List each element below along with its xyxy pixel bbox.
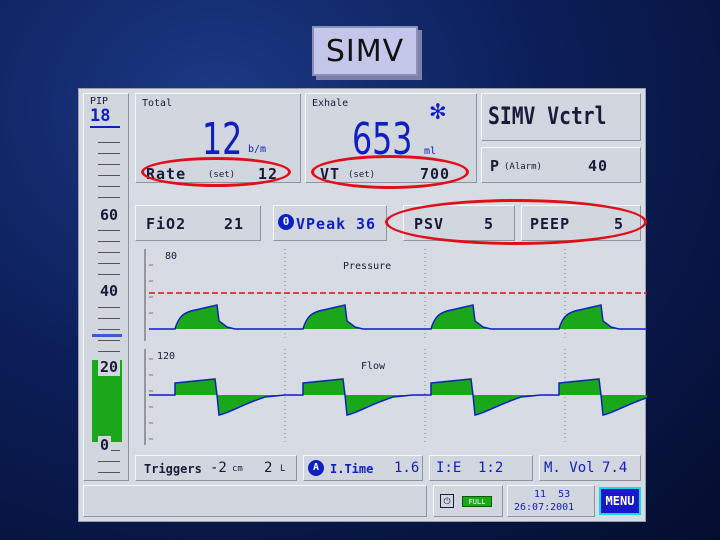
scale-label-40: 40 — [98, 282, 121, 300]
scale-tick — [98, 307, 120, 308]
total-rate-unit: b/m — [248, 144, 267, 155]
fio2-panel: FiO2 21 — [135, 205, 261, 241]
scale-tick — [98, 263, 120, 264]
pip-value-underline — [90, 126, 120, 128]
fio2-label: FiO2 — [146, 215, 187, 233]
menu-button-label: MENU — [605, 494, 635, 508]
vpeak-label: VPeak — [296, 215, 347, 233]
m-vol-label: M. Vol — [544, 460, 595, 476]
triggers-flow-value: 2 — [264, 460, 273, 476]
p-alarm-value: 40 — [588, 157, 609, 175]
fio2-value: 21 — [224, 215, 245, 233]
pressure-waveform-fill — [595, 321, 599, 329]
scale-tick — [98, 461, 120, 462]
scale-tick — [98, 164, 120, 165]
ie-ratio-panel: I:E 1:2 — [429, 455, 533, 481]
pressure-graph-label: Pressure — [343, 261, 391, 272]
triggers-label: Triggers — [144, 462, 202, 476]
scale-tick — [98, 472, 120, 473]
triggers-pressure-value: -2 — [210, 460, 227, 476]
pressure-bar-scale: PIP 18 60 40 20 0 — [83, 93, 129, 481]
ie-value: 1:2 — [478, 460, 504, 476]
highlight-psv-peep — [385, 199, 647, 245]
vpeak-value: 36 — [356, 215, 377, 233]
ie-label: I:E — [436, 460, 462, 476]
ventilator-screen: PIP 18 60 40 20 0 Total 12 b/m Rate (set… — [78, 88, 647, 522]
scale-tick — [98, 197, 120, 198]
page-title: SIMV — [312, 26, 418, 76]
battery-status-label: FULL — [468, 498, 486, 506]
vpeak-panel: 0 VPeak 36 — [273, 205, 387, 241]
power-status-panel: ⏻ FULL — [433, 485, 503, 517]
auto-indicator-icon: A — [308, 460, 324, 476]
plug-icon: ⏻ — [440, 494, 454, 508]
scale-tick — [98, 186, 120, 187]
flow-top-label: 120 — [157, 351, 175, 362]
pressure-alarm-panel: P (Alarm) 40 — [481, 147, 641, 183]
pressure-level-marker — [92, 334, 122, 338]
battery-icon: FULL — [462, 496, 492, 507]
scale-tick — [98, 230, 120, 231]
p-alarm-label: P — [490, 157, 501, 175]
scale-tick — [98, 329, 120, 330]
triggers-panel: Triggers -2 cm 2 L — [135, 455, 297, 481]
highlight-rate — [141, 157, 291, 187]
scale-tick — [98, 274, 120, 275]
waveform-graphs: 80 Pressure 120 Flow — [144, 249, 647, 445]
mode-panel: SIMV Vctrl — [481, 93, 641, 141]
scale-tick — [98, 340, 120, 341]
exhale-volume-unit: ml — [424, 146, 437, 157]
clock-time: 11 53 — [534, 489, 571, 500]
menu-button[interactable]: MENU — [599, 487, 641, 515]
p-alarm-sub-label: (Alarm) — [504, 162, 542, 172]
vpeak-indicator-icon: 0 — [278, 214, 294, 230]
clock-date: 26:07:2001 — [514, 502, 575, 513]
triggers-pressure-unit: cm — [232, 464, 243, 474]
fan-icon: ✻ — [430, 96, 446, 126]
minute-volume-panel: M. Vol 7.4 — [539, 455, 641, 481]
highlight-vt — [311, 155, 469, 189]
scale-tick — [98, 241, 120, 242]
scale-tick — [98, 318, 120, 319]
scale-label-20: 20 — [98, 358, 121, 376]
i-time-panel: A I.Time 1.6 — [303, 455, 423, 481]
exhale-label: Exhale — [312, 98, 349, 109]
scale-tick — [98, 142, 120, 143]
pip-value: 18 — [90, 106, 111, 126]
scale-tick — [98, 351, 120, 352]
message-bar — [83, 485, 427, 517]
pressure-top-label: 80 — [165, 251, 177, 262]
scale-tick — [98, 252, 120, 253]
i-time-value: 1.6 — [394, 460, 420, 476]
scale-label-0: 0 — [98, 436, 112, 454]
triggers-flow-unit: L — [280, 464, 286, 474]
scale-label-60: 60 — [98, 206, 121, 224]
scale-tick — [98, 175, 120, 176]
i-time-label: I.Time — [330, 462, 374, 476]
m-vol-value: 7.4 — [602, 460, 628, 476]
flow-graph-label: Flow — [361, 361, 386, 372]
mode-label: SIMV Vctrl — [488, 102, 607, 130]
scale-tick — [98, 153, 120, 154]
total-label: Total — [142, 98, 173, 109]
clock-panel: 11 53 26:07:2001 — [507, 485, 595, 517]
